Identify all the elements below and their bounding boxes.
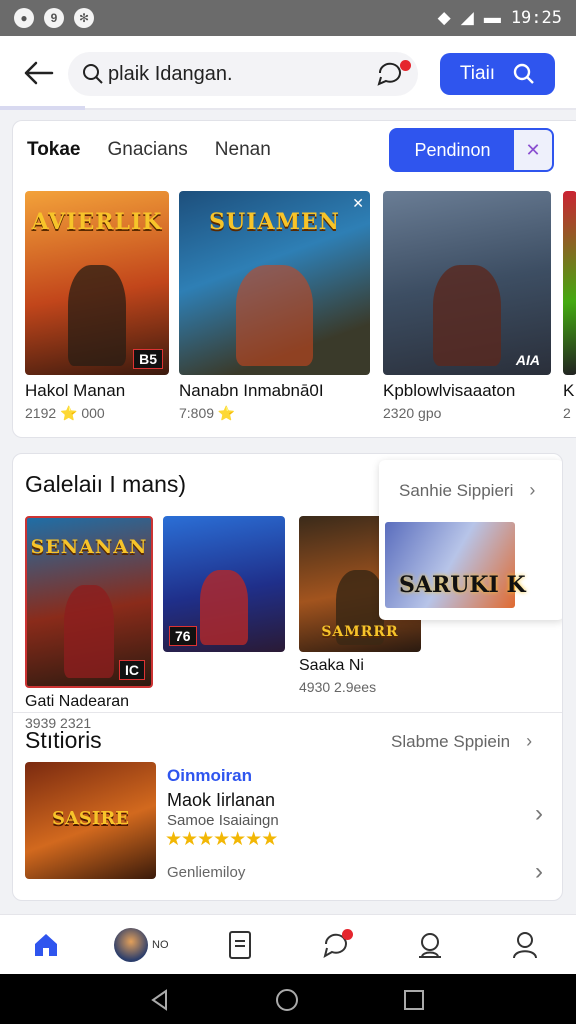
primary-search-button[interactable]: Tiaiı [440,53,555,95]
search-icon [83,64,103,84]
preview-popup[interactable]: Sanhie Sippieri › SARUKI K [379,460,562,620]
game-name: Hakol Manan [25,381,126,400]
system-navigation-bar [0,974,576,1024]
game-card[interactable]: K 2 [563,191,576,421]
notification-icon: ● [14,8,34,28]
chevron-right-icon: › [526,731,533,751]
notification-badge [342,929,353,940]
game-card[interactable]: SUIAMEN ✕ Nanabn Inmabnā0I 7:809 ⭐ [179,191,370,422]
story-cover-image[interactable]: SASIRE [25,762,156,879]
character-image [199,570,249,646]
back-triangle-icon[interactable] [148,988,172,1012]
status-bar: ● 9 ✻ ◆ ◢ ▬ 19:25 [0,0,576,36]
search-input[interactable]: plaik Idangan. [68,52,418,96]
profile-avatar-tab[interactable]: NO [114,927,178,963]
stories-see-more-label: Slabme Sppiein [391,731,511,751]
game-meta: 2 [563,405,571,421]
cover-title: SUIAMEN [209,209,340,235]
avatar [114,928,148,962]
gallery-item-meta: 4930 2.9ees [299,679,377,695]
story-kicker: Oinmoiran [167,766,253,785]
character-image [236,264,313,366]
chevron-right-icon[interactable]: › [535,858,543,886]
age-badge: IC [119,660,145,680]
popup-title: SARUKI K [399,572,526,598]
story-subtitle: Samoe Isaiaingn [167,812,279,829]
gallery-cover-image: SENANAN IC [25,516,153,688]
game-name: Nanabn Inmabnā0I [179,381,324,400]
primary-button-label: Tiaiı [459,63,496,84]
stories-title: Stıtioris [25,727,102,753]
game-meta: 7:809 ⭐ [179,405,236,421]
battery-icon: ▬ [483,8,501,27]
chat-icon[interactable] [318,927,354,963]
featured-games-card: Tokae Gnacians Nenan Pendinon ✕ AVIERLIK… [12,120,576,438]
age-badge: 76 [169,626,197,646]
avatar-label: NO [152,939,169,951]
cover-title: SAMRRR [321,624,399,640]
gallery-item-name: Saaka Ni [299,657,364,674]
game-cover-image: AIA [383,191,551,375]
game-badge: AIA [515,352,540,368]
pendinon-button[interactable]: Pendinon ✕ [389,128,554,172]
home-circle-icon[interactable] [275,988,299,1012]
age-badge: B5 [133,349,163,369]
gallery-item[interactable]: SENANAN IC Gati Nadearan 3939 2321 [25,516,153,731]
gallery-item-name: Gati Nadearan [25,693,130,710]
chevron-right-icon[interactable]: › [535,800,543,828]
back-arrow-icon[interactable] [22,58,56,88]
app-notification-icon: 9 [44,8,64,28]
chevron-right-icon: › [529,480,536,500]
star-rating: ★★★★★★★ [165,829,278,850]
account-icon[interactable] [507,927,543,963]
see-more-link[interactable]: Sanhie Sippieri › [399,480,535,501]
top-header: plaik Idangan. Tiaiı [0,36,576,110]
game-cover-image: SUIAMEN ✕ [179,191,370,375]
cover-title: SENANAN [30,536,148,558]
home-icon[interactable] [28,927,64,963]
header-tab-indicator [0,106,85,110]
category-tabs: Tokae Gnacians Nenan [27,139,271,161]
cover-title: AVIERLIK [31,209,163,235]
gallery-cover-image: 76 [163,516,285,652]
close-mark-icon: ✕ [352,195,364,211]
see-more-label: Sanhie Sippieri [399,480,514,500]
cover-title: SASIRE [51,808,130,829]
signal-icon: ◢ [460,8,474,27]
game-meta: 2192 ⭐ 000 [25,405,105,421]
gallery-card: Galelaiı I mans) SENANAN IC Gati Nadeara… [12,453,563,901]
game-cover-image: AVIERLIK B5 [25,191,169,375]
recents-square-icon[interactable] [402,988,426,1012]
story-footer: Genliemiloy [167,864,246,881]
tab-gnacians[interactable]: Gnacians [108,139,188,161]
game-name: K [563,381,575,400]
game-meta: 2320 gpo [383,405,442,421]
wifi-icon: ◆ [437,8,451,27]
tab-tokae[interactable]: Tokae [27,139,81,161]
settings-notification-icon: ✻ [74,8,94,28]
section-divider [13,712,562,713]
character-image [68,264,126,366]
stories-see-more-link[interactable]: Slabme Sppiein › [391,731,532,752]
game-cover-image [563,191,576,375]
support-icon[interactable] [412,927,448,963]
status-time: 19:25 [510,8,562,28]
character-image [433,264,501,366]
document-icon[interactable] [222,927,258,963]
story-title[interactable]: Maok Iirlanan [167,790,275,811]
search-text: plaik Idangan. [108,62,233,85]
character-image [64,585,114,678]
tab-nenan[interactable]: Nenan [215,139,271,161]
bottom-navigation: NO [0,914,576,974]
gallery-item[interactable]: 76 [163,516,285,652]
gallery-title: Galelaiı I mans) [25,471,187,497]
game-name: Kpblowlvisaaaton [383,381,516,400]
game-card[interactable]: AVIERLIK B5 Hakol Manan 2192 ⭐ 000 [25,191,169,422]
game-card[interactable]: AIA Kpblowlvisaaaton 2320 gpo [383,191,551,421]
search-icon [513,63,534,84]
pendinon-label: Pendinon [414,139,491,160]
close-icon[interactable]: ✕ [514,130,552,170]
notification-badge [400,60,411,71]
